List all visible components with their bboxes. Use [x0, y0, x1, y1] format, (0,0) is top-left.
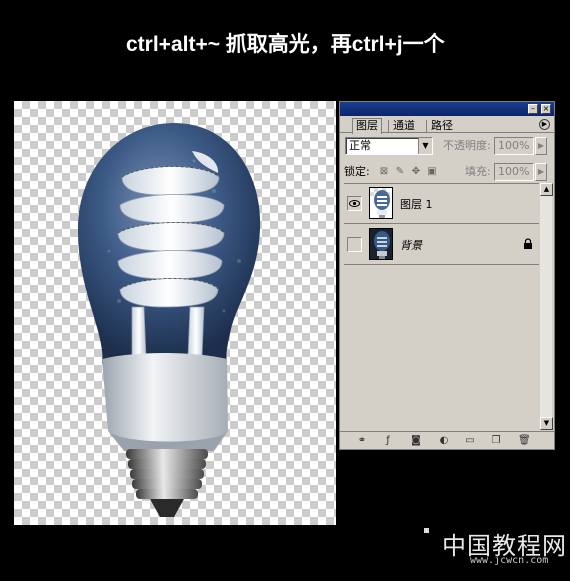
fill-label: 填充: — [465, 165, 491, 178]
watermark-dot — [424, 528, 429, 533]
fill-field[interactable]: 100% — [494, 163, 534, 181]
layer-row-1[interactable]: 图层 1 — [344, 184, 541, 224]
layer-name[interactable]: 图层 1 — [400, 196, 433, 212]
close-icon[interactable]: × — [541, 104, 551, 114]
blend-mode-select[interactable]: 正常 ▼ — [345, 137, 433, 155]
opacity-label: 不透明度: — [443, 139, 491, 152]
lock-transparency-icon[interactable]: ⊠ — [378, 166, 390, 178]
opacity-field[interactable]: 100% — [494, 137, 534, 155]
palette-tabs: 图层 通道 路径 ▶ — [340, 116, 554, 134]
lock-move-icon[interactable]: ✥ — [410, 166, 422, 178]
folder-icon[interactable]: ▭ — [464, 435, 476, 447]
link-icon[interactable]: ⚭ — [356, 435, 368, 447]
palette-menu-icon[interactable]: ▶ — [539, 119, 550, 130]
palette-titlebar[interactable]: – × — [340, 102, 554, 116]
scroll-down-icon[interactable]: ▼ — [540, 417, 553, 430]
adjustment-icon[interactable]: ◐ — [438, 435, 450, 447]
tab-channels[interactable]: 通道 — [390, 119, 418, 133]
new-layer-icon[interactable]: ❐ — [490, 435, 502, 447]
instruction-text: ctrl+alt+~ 抓取高光，再ctrl+j一个 — [126, 33, 445, 56]
light-bulb-image — [78, 123, 261, 517]
visibility-toggle[interactable] — [347, 196, 362, 211]
tab-divider — [388, 120, 389, 132]
lock-paint-icon[interactable]: ✎ — [394, 166, 406, 178]
layer-name[interactable]: 背景 — [400, 237, 422, 253]
eye-icon — [349, 200, 360, 207]
lock-options: ⊠ ✎ ✥ ▣ — [340, 163, 440, 181]
visibility-toggle[interactable] — [347, 237, 362, 252]
document-canvas[interactable] — [14, 101, 336, 525]
lock-icon — [524, 238, 532, 249]
trash-icon[interactable]: 🗑 — [518, 435, 531, 447]
mask-icon[interactable]: ◙ — [410, 435, 422, 447]
layers-scrollbar[interactable]: ▲ ▼ — [539, 183, 553, 430]
layer-style-icon[interactable]: ƒ — [382, 435, 394, 447]
fill-arrow-button[interactable]: ▶ — [535, 163, 547, 181]
watermark-url: www.jcwcn.com — [470, 555, 549, 566]
opacity-arrow-button[interactable]: ▶ — [535, 137, 547, 155]
layers-palette: – × 图层 通道 路径 ▶ 正常 ▼ 不透明度: 100% ▶ 锁定: ⊠ ✎… — [339, 101, 555, 450]
scroll-up-icon[interactable]: ▲ — [540, 183, 553, 196]
minimize-icon[interactable]: – — [528, 104, 538, 114]
tab-layers[interactable]: 图层 — [352, 118, 382, 134]
tab-paths[interactable]: 路径 — [428, 119, 456, 133]
lock-all-icon[interactable]: ▣ — [426, 166, 438, 178]
layer-row-background[interactable]: 背景 — [344, 225, 541, 265]
blend-mode-value: 正常 — [349, 139, 371, 152]
layers-list: 图层 1 背景 — [344, 183, 541, 430]
layer-thumbnail — [369, 228, 393, 260]
tab-divider — [426, 120, 427, 132]
chevron-down-icon: ▼ — [418, 138, 432, 154]
layer-thumbnail — [369, 187, 393, 219]
palette-bottom-bar: ⚭ ƒ ◙ ◐ ▭ ❐ 🗑 — [340, 431, 554, 449]
